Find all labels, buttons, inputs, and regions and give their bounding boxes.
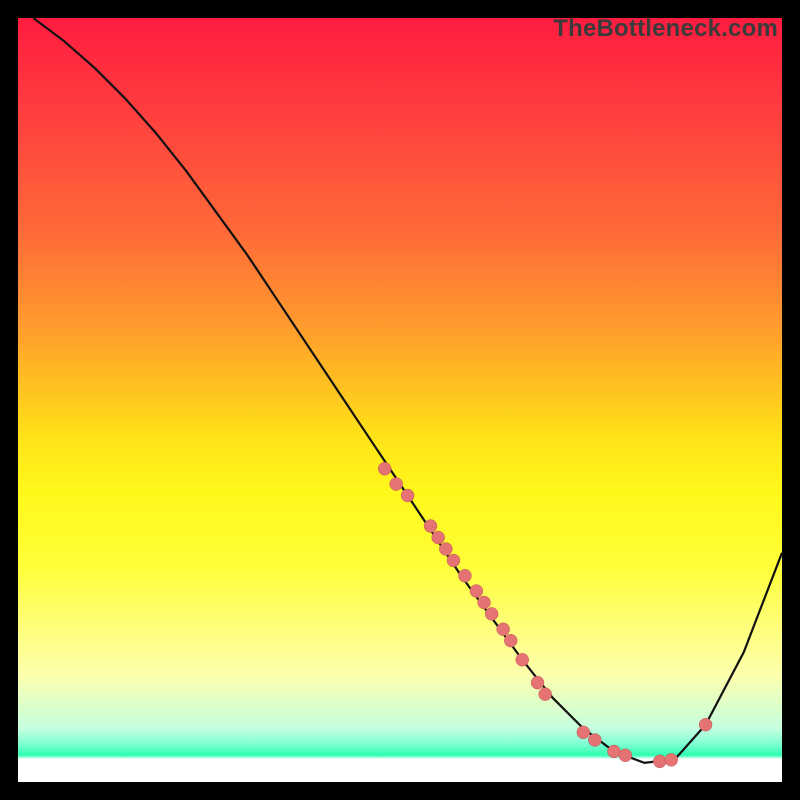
data-point <box>619 749 632 762</box>
data-point <box>539 688 552 701</box>
curve-layer <box>18 18 782 782</box>
data-point <box>470 585 483 598</box>
data-point <box>531 676 544 689</box>
data-point <box>485 607 498 620</box>
data-point <box>497 623 510 636</box>
data-point <box>577 726 590 739</box>
data-point <box>478 596 491 609</box>
data-point <box>665 753 678 766</box>
data-point <box>588 733 601 746</box>
data-point <box>424 520 437 533</box>
data-point <box>390 478 403 491</box>
data-point <box>653 755 666 768</box>
chart-canvas: TheBottleneck.com <box>0 0 800 800</box>
data-point <box>607 745 620 758</box>
data-point <box>516 653 529 666</box>
data-point <box>401 489 414 502</box>
data-point <box>378 462 391 475</box>
plot-area: TheBottleneck.com <box>18 18 782 782</box>
data-point <box>432 531 445 544</box>
data-point <box>439 542 452 555</box>
data-point <box>447 554 460 567</box>
data-point <box>504 634 517 647</box>
data-points-group <box>378 462 712 768</box>
bottleneck-curve <box>33 18 782 763</box>
data-point <box>458 569 471 582</box>
data-point <box>699 718 712 731</box>
